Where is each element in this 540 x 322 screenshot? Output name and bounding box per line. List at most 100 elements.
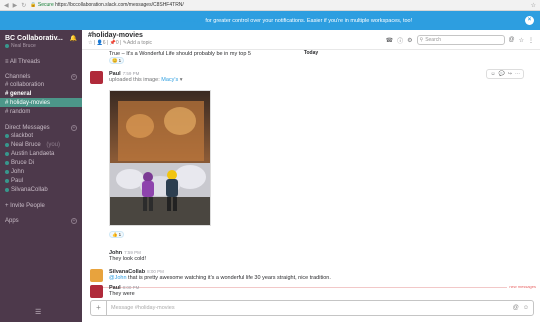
message-body: SilvanaCollab 8:00 PM @John that is prett… bbox=[109, 269, 331, 281]
message-item: John 7:59 PM They look cold! bbox=[90, 250, 532, 266]
dm-label: Austin Landaeta bbox=[11, 150, 55, 157]
image-title-link[interactable]: Macy's bbox=[161, 77, 178, 83]
header-tools: ☎ ⓘ ⚙ ⚲ Search @ ☆ ⋮ bbox=[386, 35, 534, 45]
browser-toolbar: ◀ ▶ ↻ 🔒 Secure https://bccollaboration.s… bbox=[0, 0, 540, 11]
invite-people-link[interactable]: + Invite People bbox=[0, 203, 82, 209]
bookmark-star-icon[interactable]: ☆ bbox=[531, 2, 536, 9]
workspace-name: BC Collaborativ... bbox=[5, 35, 63, 42]
bell-icon[interactable]: 🔔 bbox=[70, 35, 77, 42]
dm-item-bruce-di[interactable]: Bruce Di bbox=[0, 158, 82, 167]
presence-icon bbox=[5, 160, 9, 165]
avatar[interactable] bbox=[90, 285, 103, 298]
timestamp[interactable]: 8:00 PM bbox=[123, 285, 140, 290]
more-icon[interactable]: ⋮ bbox=[528, 37, 534, 44]
sidebar-item-random[interactable]: # random bbox=[0, 107, 82, 116]
lock-icon: 🔒 bbox=[30, 2, 37, 8]
reaction-chip[interactable]: 👍 1 bbox=[109, 231, 125, 238]
you-suffix: (you) bbox=[46, 141, 61, 148]
message-text: @John that is pretty awesome watching it… bbox=[109, 275, 331, 281]
address-bar[interactable]: 🔒 Secure https://bccollaboration.slack.c… bbox=[30, 2, 526, 8]
timestamp[interactable]: 7:59 PM bbox=[124, 250, 141, 255]
download-app-link[interactable]: Download the Slack Mac app bbox=[128, 18, 204, 24]
add-reaction-icon[interactable]: ☺ bbox=[490, 71, 495, 77]
chevron-down-icon[interactable]: ▾ bbox=[180, 77, 183, 83]
add-channel-icon[interactable]: + bbox=[71, 74, 77, 80]
message-body: John 7:59 PM They look cold! bbox=[109, 250, 146, 262]
back-icon[interactable]: ◀ bbox=[4, 2, 9, 9]
timestamp[interactable]: 7:59 PM bbox=[123, 71, 140, 76]
reaction-chip[interactable]: 😊 1 bbox=[109, 57, 125, 64]
message-item: Paul 8:00 PM They were bbox=[90, 285, 532, 298]
dm-label: Bruce Di bbox=[11, 159, 35, 166]
quick-switcher-icon[interactable]: ☰ bbox=[35, 308, 41, 316]
pin-count: 0 bbox=[115, 40, 119, 46]
info-icon[interactable]: ⓘ bbox=[397, 36, 403, 45]
all-threads-label: All Threads bbox=[9, 59, 41, 65]
presence-icon bbox=[5, 178, 9, 183]
current-user: Neal Bruce bbox=[0, 42, 82, 50]
message-composer[interactable]: + Message #holiday-movies @ ☺ bbox=[90, 300, 534, 316]
upload-text: uploaded this image: bbox=[109, 77, 160, 83]
dm-item-neal-bruce[interactable]: Neal Bruce (you) bbox=[0, 140, 82, 149]
message-actions: ☺ 💬 ↪ ⋯ bbox=[486, 69, 524, 79]
macys-photo bbox=[110, 91, 210, 225]
dm-item-john[interactable]: John bbox=[0, 167, 82, 176]
message-body: Paul 7:59 PM uploaded this image: Macy's … bbox=[109, 71, 183, 83]
add-topic-link[interactable]: Add a topic bbox=[127, 40, 152, 46]
share-icon[interactable]: ↪ bbox=[508, 71, 512, 77]
dm-item-austin-landaeta[interactable]: Austin Landaeta bbox=[0, 149, 82, 158]
phone-icon[interactable]: ☎ bbox=[386, 37, 393, 44]
dm-label: slackbot bbox=[11, 132, 34, 139]
forward-icon[interactable]: ▶ bbox=[13, 2, 18, 9]
uploaded-image[interactable] bbox=[109, 90, 211, 226]
message-body: True – It's a Wonderful Life should prob… bbox=[109, 51, 251, 64]
search-input[interactable]: ⚲ Search bbox=[416, 35, 505, 45]
apps-header[interactable]: Apps + bbox=[0, 218, 82, 224]
reaction-emoji-icon: 😊 bbox=[112, 57, 118, 63]
add-dm-icon[interactable]: + bbox=[71, 125, 77, 131]
star-items-icon[interactable]: ☆ bbox=[519, 37, 524, 44]
reload-icon[interactable]: ↻ bbox=[21, 2, 26, 9]
current-user-name: Neal Bruce bbox=[11, 43, 36, 49]
invite-label: + Invite People bbox=[5, 203, 45, 209]
add-app-icon[interactable]: + bbox=[71, 218, 77, 224]
emoji-icon[interactable]: ☺ bbox=[523, 305, 529, 311]
workspace-menu[interactable]: BC Collaborativ... 🔔 bbox=[0, 30, 82, 42]
dm-item-silvanacollab[interactable]: SilvanaCollab bbox=[0, 185, 82, 194]
dm-header-label: Direct Messages bbox=[5, 125, 50, 131]
upload-line: uploaded this image: Macy's ▾ bbox=[109, 77, 183, 83]
sidebar-item-collaboration[interactable]: # collaboration bbox=[0, 80, 82, 89]
message-text: They were bbox=[109, 291, 135, 297]
message-text: They look cold! bbox=[109, 256, 146, 262]
reaction-count: 1 bbox=[118, 58, 122, 63]
member-count: 6 bbox=[102, 40, 106, 46]
sidebar-item-holiday-movies[interactable]: # holiday-movies bbox=[0, 98, 82, 107]
sidebar: BC Collaborativ... 🔔 Neal Bruce ≡ All Th… bbox=[0, 30, 82, 322]
close-banner-icon[interactable]: × bbox=[525, 16, 534, 25]
dm-item-slackbot[interactable]: slackbot bbox=[0, 131, 82, 140]
attach-plus-icon[interactable]: + bbox=[91, 301, 107, 315]
settings-icon[interactable]: ⚙ bbox=[407, 37, 412, 44]
more-actions-icon[interactable]: ⋯ bbox=[515, 71, 520, 77]
star-icon[interactable]: ☆ bbox=[88, 40, 92, 46]
message-body: Paul 8:00 PM They were bbox=[109, 285, 139, 297]
heart-presence-icon bbox=[5, 133, 9, 138]
mentions-icon[interactable]: @ bbox=[509, 37, 515, 43]
apps-label: Apps bbox=[5, 218, 19, 224]
user-mention[interactable]: @John bbox=[109, 275, 127, 281]
avatar[interactable] bbox=[90, 71, 103, 84]
dm-item-paul[interactable]: Paul bbox=[0, 176, 82, 185]
all-threads-link[interactable]: ≡ All Threads bbox=[0, 59, 82, 65]
message-text: True – It's a Wonderful Life should prob… bbox=[109, 51, 251, 57]
sidebar-item-general[interactable]: # general bbox=[0, 89, 82, 98]
mention-icon[interactable]: @ bbox=[513, 305, 519, 311]
comment-icon[interactable]: 💬 bbox=[499, 71, 505, 77]
message-item: Paul 7:59 PM uploaded this image: Macy's … bbox=[90, 69, 532, 259]
message-input[interactable]: Message #holiday-movies bbox=[107, 305, 513, 311]
secure-label: Secure bbox=[37, 2, 54, 8]
message-text-body: that is pretty awesome watching it's a w… bbox=[128, 275, 331, 281]
presence-icon bbox=[5, 187, 9, 192]
avatar[interactable] bbox=[90, 269, 103, 282]
search-icon: ⚲ bbox=[419, 37, 424, 43]
timestamp[interactable]: 8:00 PM bbox=[147, 269, 164, 274]
